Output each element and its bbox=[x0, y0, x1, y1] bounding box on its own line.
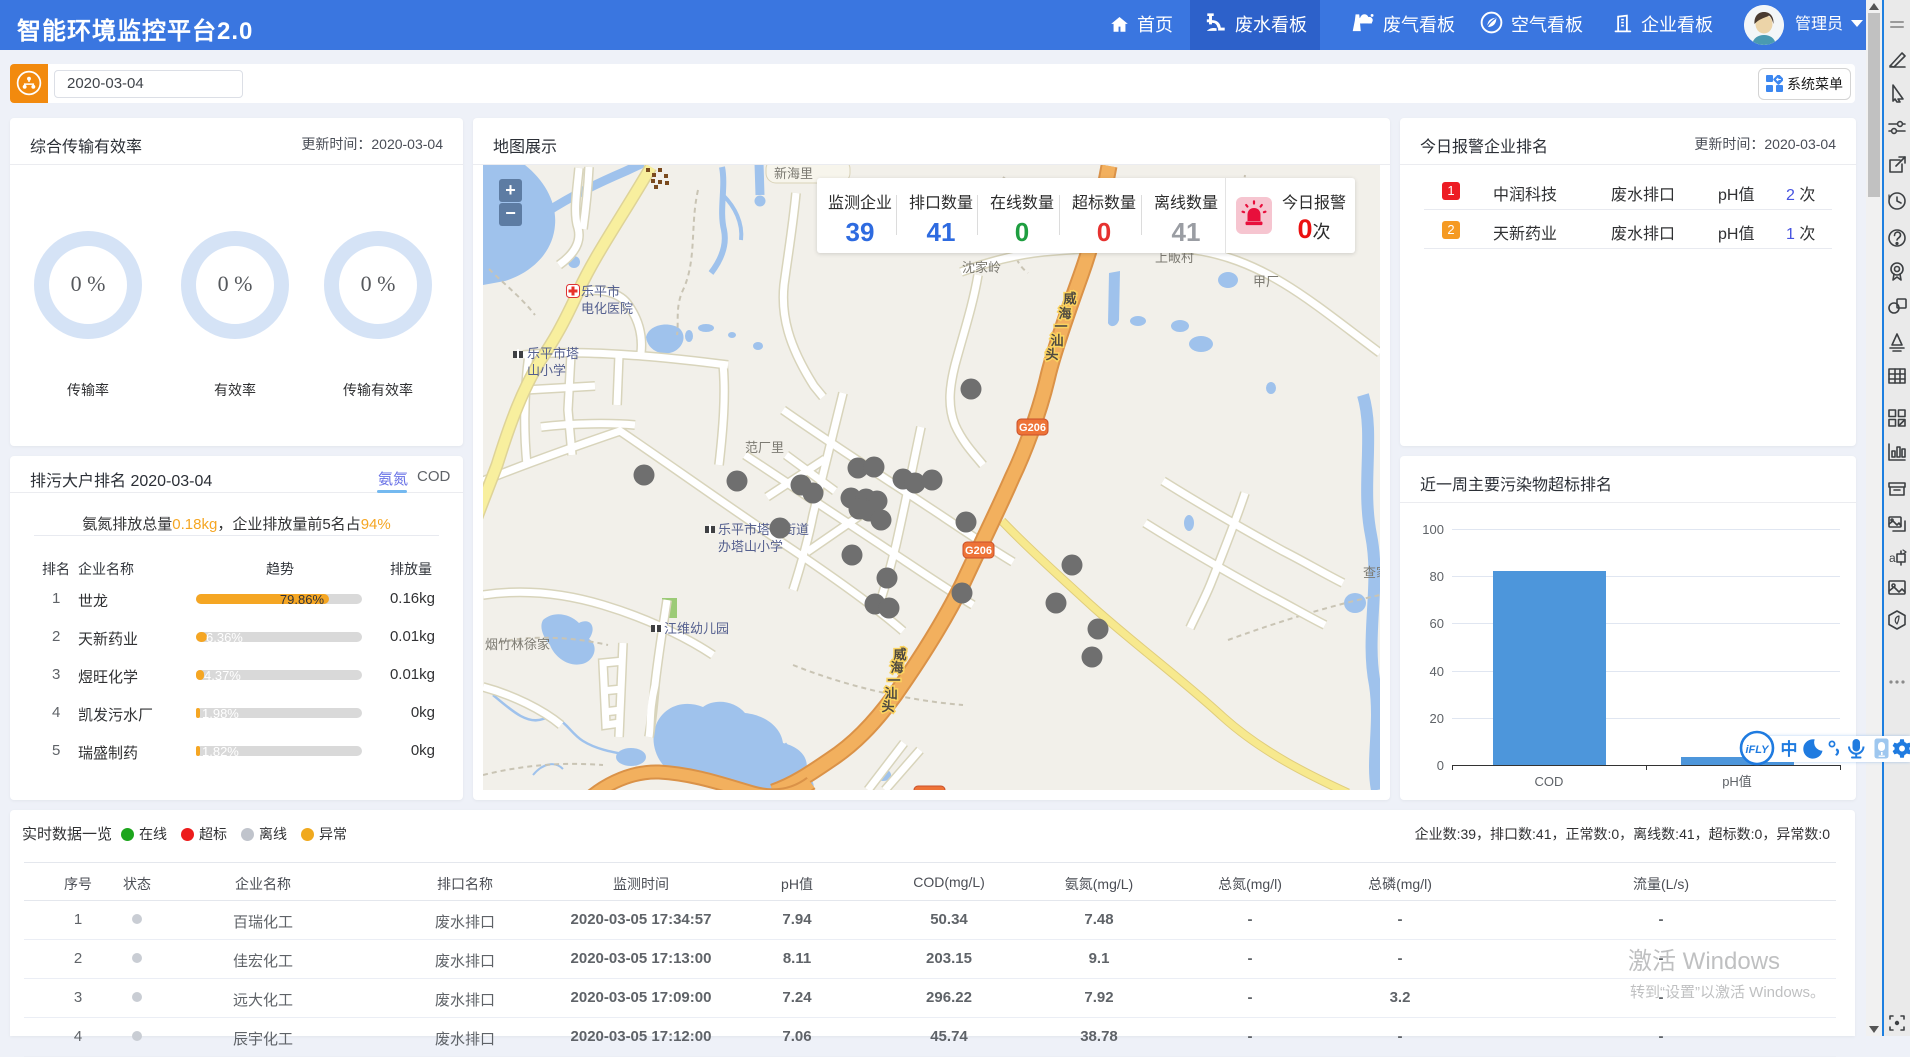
svg-text:iFLY: iFLY bbox=[1745, 744, 1770, 756]
svg-text:0: 0 bbox=[1437, 758, 1444, 773]
svg-text:100: 100 bbox=[1422, 522, 1444, 537]
svg-text:G206: G206 bbox=[965, 545, 992, 557]
svg-text:查家: 查家 bbox=[1363, 565, 1380, 580]
svg-text:G206: G206 bbox=[1019, 422, 1046, 434]
svg-text:乐平市塔山街道: 乐平市塔山街道 bbox=[718, 522, 809, 537]
svg-text:乐平市: 乐平市 bbox=[581, 284, 620, 299]
svg-text:40: 40 bbox=[1430, 664, 1444, 679]
svg-text:烟竹林徐家: 烟竹林徐家 bbox=[485, 637, 550, 652]
svg-text:pH值: pH值 bbox=[1722, 774, 1752, 789]
svg-text:山小学: 山小学 bbox=[527, 363, 566, 378]
svg-text:范厂里: 范厂里 bbox=[745, 440, 784, 455]
svg-text:办塔山小学: 办塔山小学 bbox=[718, 539, 783, 554]
svg-text:电化医院: 电化医院 bbox=[581, 301, 633, 316]
svg-text:头: 头 bbox=[1045, 347, 1058, 362]
svg-text:a: a bbox=[1889, 551, 1896, 565]
svg-text:乐平市塔: 乐平市塔 bbox=[527, 346, 579, 361]
svg-text:一: 一 bbox=[1054, 319, 1067, 334]
svg-text:20: 20 bbox=[1430, 711, 1444, 726]
svg-text:COD: COD bbox=[1535, 774, 1564, 789]
svg-text:沈家岭: 沈家岭 bbox=[962, 260, 1001, 275]
svg-text:中: 中 bbox=[1781, 739, 1798, 759]
svg-text:威: 威 bbox=[1063, 291, 1076, 306]
svg-text:60: 60 bbox=[1430, 616, 1444, 631]
svg-text:80: 80 bbox=[1430, 569, 1444, 584]
svg-text:新海里: 新海里 bbox=[774, 166, 813, 181]
svg-text:汕: 汕 bbox=[1050, 333, 1063, 348]
svg-text:甲厂: 甲厂 bbox=[1253, 274, 1279, 289]
svg-text:江维幼儿园: 江维幼儿园 bbox=[664, 621, 729, 636]
svg-text:头: 头 bbox=[881, 699, 894, 714]
